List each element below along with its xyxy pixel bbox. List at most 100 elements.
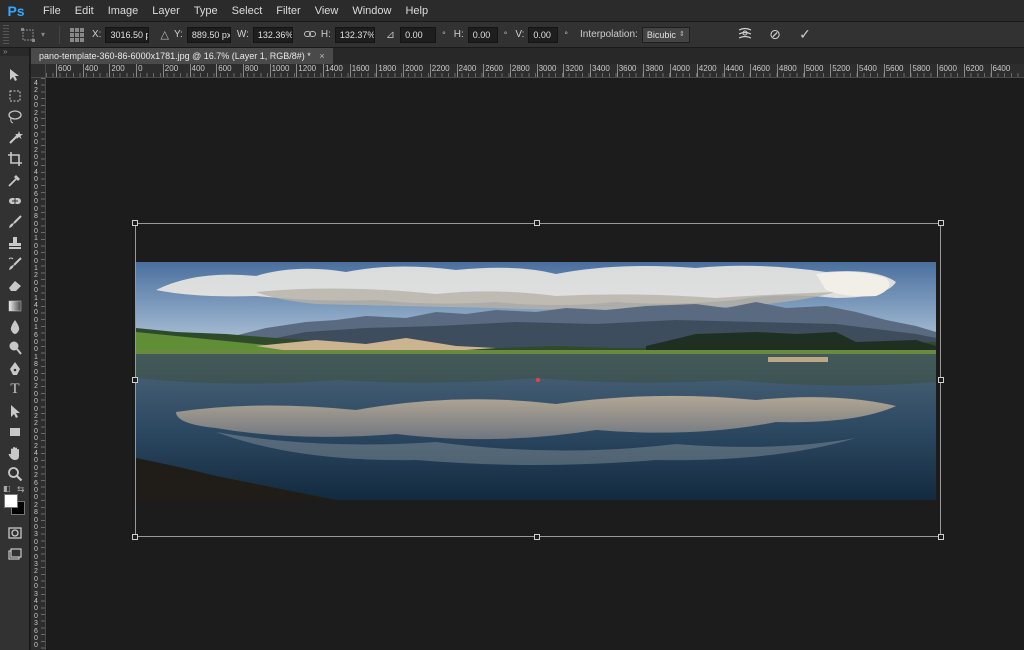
- transform-handle-bottom-center[interactable]: [534, 534, 540, 540]
- marquee-tool-icon[interactable]: [0, 85, 30, 106]
- blur-tool-icon[interactable]: [0, 316, 30, 337]
- x-position-field[interactable]: 3016.50 p: [105, 26, 150, 43]
- y-position-field[interactable]: 889.50 px: [186, 26, 231, 43]
- menu-edit[interactable]: Edit: [68, 0, 101, 22]
- tools-panel-collapse-icon[interactable]: »: [0, 48, 29, 56]
- ruler-v-digit: 2: [34, 442, 38, 450]
- transform-handle-middle-right[interactable]: [938, 377, 944, 383]
- warp-icon[interactable]: [736, 25, 754, 43]
- link-icon[interactable]: [303, 29, 316, 41]
- horizontal-ruler[interactable]: 600 400 200 0 200 400 600 800 1000 1200 1400 1600 18…: [46, 64, 1024, 78]
- brush-tool-icon[interactable]: [0, 211, 30, 232]
- menu-select[interactable]: Select: [225, 0, 270, 22]
- dodge-tool-icon[interactable]: [0, 337, 30, 358]
- type-tool-icon[interactable]: T: [0, 379, 30, 400]
- ruler-v-digit: 0: [34, 94, 38, 102]
- transform-tool-preset-icon[interactable]: [17, 25, 39, 45]
- ruler-h-label: 4000: [672, 64, 690, 73]
- rotate-field[interactable]: 0.00: [400, 26, 437, 43]
- ruler-v-digit: 0: [34, 205, 38, 213]
- ruler-v-digit: 0: [34, 435, 38, 443]
- photoshop-logo: Ps: [7, 2, 25, 19]
- transform-handle-top-center[interactable]: [534, 220, 540, 226]
- ruler-h-label: 3400: [592, 64, 610, 73]
- menu-filter[interactable]: Filter: [269, 0, 307, 22]
- rectangle-tool-icon[interactable]: [0, 421, 30, 442]
- healing-brush-tool-icon[interactable]: [0, 190, 30, 211]
- cancel-transform-icon[interactable]: ⊘: [766, 25, 784, 43]
- commit-transform-icon[interactable]: ✓: [796, 25, 814, 43]
- ruler-v-digit: 0: [34, 154, 38, 161]
- quick-selection-tool-icon[interactable]: [0, 127, 30, 148]
- transform-handle-bottom-left[interactable]: [132, 534, 138, 540]
- ruler-major-tick: [857, 64, 858, 77]
- lasso-tool-icon[interactable]: [0, 106, 30, 127]
- free-transform-bounding-box[interactable]: [132, 220, 944, 540]
- crop-tool-icon[interactable]: [0, 148, 30, 169]
- gradient-tool-icon[interactable]: [0, 295, 30, 316]
- ruler-major-tick: [937, 64, 939, 77]
- divider: [59, 25, 61, 44]
- ruler-major-tick: [776, 64, 778, 77]
- ruler-major-tick: [563, 64, 565, 77]
- ruler-v-digit: 0: [34, 198, 38, 206]
- options-grip[interactable]: [3, 24, 9, 45]
- transform-handle-top-left[interactable]: [132, 220, 138, 226]
- menu-layer[interactable]: Layer: [145, 0, 187, 22]
- zoom-tool-icon[interactable]: [0, 463, 30, 484]
- history-brush-tool-icon[interactable]: [0, 253, 30, 274]
- eyedropper-tool-icon[interactable]: [0, 169, 30, 190]
- ruler-v-digit: 3: [34, 620, 38, 628]
- path-selection-tool-icon[interactable]: [0, 400, 30, 421]
- interpolation-select[interactable]: Bicubic ⇕: [641, 26, 690, 43]
- horizontal-skew-field[interactable]: 0.00: [467, 26, 498, 43]
- ruler-h-label: 400: [191, 64, 205, 73]
- ruler-v-digit: 0: [34, 398, 38, 406]
- eraser-tool-icon[interactable]: [0, 274, 30, 295]
- clone-stamp-tool-icon[interactable]: [0, 232, 30, 253]
- document-tab[interactable]: pano-template-360-86-6000x1781.jpg @ 16.…: [31, 48, 333, 64]
- menu-file[interactable]: File: [36, 0, 68, 22]
- relative-position-icon[interactable]: △: [160, 28, 168, 41]
- vertical-skew-field[interactable]: 0.00: [528, 26, 559, 43]
- ruler-major-tick: [830, 64, 832, 77]
- default-colors-icon[interactable]: ◧: [3, 484, 11, 493]
- menu-window[interactable]: Window: [345, 0, 398, 22]
- transform-handle-middle-left[interactable]: [132, 377, 138, 383]
- ruler-major-tick: [189, 64, 191, 77]
- transform-handle-bottom-right[interactable]: [938, 534, 944, 540]
- ruler-origin[interactable]: [31, 64, 46, 78]
- menu-image[interactable]: Image: [101, 0, 146, 22]
- close-tab-icon[interactable]: ×: [319, 51, 324, 61]
- move-tool-icon[interactable]: [0, 64, 30, 85]
- ruler-v-digit: 1: [34, 265, 38, 272]
- canvas-area[interactable]: [46, 78, 1024, 650]
- ruler-v-digit: 6: [34, 479, 38, 487]
- ruler-v-digit: 2: [34, 87, 38, 95]
- ruler-major-tick: [403, 64, 405, 77]
- reference-point-locator-icon[interactable]: [70, 27, 85, 42]
- ruler-v-digit: 0: [34, 390, 38, 398]
- swap-colors-icon[interactable]: ⇆: [17, 484, 25, 495]
- menu-help[interactable]: Help: [398, 0, 435, 22]
- menu-view[interactable]: View: [308, 0, 346, 22]
- preset-caret-icon[interactable]: ▾: [41, 30, 45, 39]
- ruler-v-digit: 0: [34, 405, 38, 413]
- ruler-v-digit: 0: [34, 309, 38, 317]
- ruler-v-digit: 0: [34, 339, 38, 346]
- ruler-v-digit: 0: [34, 464, 38, 472]
- transform-handle-top-right[interactable]: [938, 220, 944, 226]
- pen-tool-icon[interactable]: [0, 358, 30, 379]
- ruler-v-digit: 0: [34, 546, 38, 554]
- foreground-color-swatch[interactable]: [4, 494, 18, 508]
- vertical-ruler[interactable]: 4200200002004006008001000120014001600180…: [31, 78, 46, 650]
- height-field[interactable]: 132.37%: [334, 26, 375, 43]
- hand-tool-icon[interactable]: [0, 442, 30, 463]
- ruler-major-tick: [82, 64, 84, 77]
- width-field[interactable]: 132.36%: [252, 26, 293, 43]
- ruler-h-label: 200: [164, 64, 179, 73]
- menu-type[interactable]: Type: [187, 0, 225, 22]
- ruler-h-label: 2800: [511, 64, 530, 73]
- quick-mask-icon[interactable]: [0, 522, 30, 543]
- screen-mode-icon[interactable]: [0, 543, 30, 564]
